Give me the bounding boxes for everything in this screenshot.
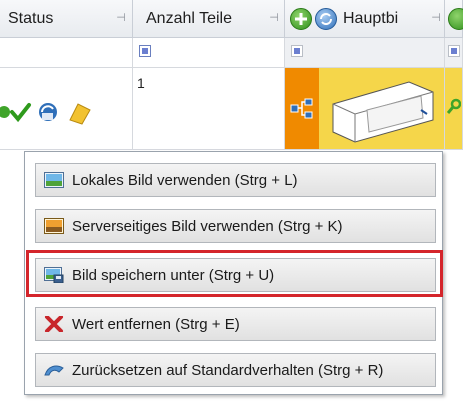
- menu-item-zuruecksetzen[interactable]: Zurücksetzen auf Standardverhalten (Strg…: [35, 353, 436, 387]
- column-header-status[interactable]: Status ⊣: [0, 0, 133, 38]
- add-icon[interactable]: [448, 8, 463, 30]
- structure-icon[interactable]: [290, 98, 314, 120]
- anzahl-teile-value: 1: [137, 75, 145, 91]
- filter-cell-hauptbild[interactable]: [285, 38, 445, 68]
- filter-checkbox[interactable]: [291, 45, 303, 57]
- search-icon[interactable]: [447, 98, 461, 118]
- menu-item-label: Wert entfernen (Strg + E): [72, 316, 240, 333]
- filter-cell-anzahl-teile[interactable]: [133, 38, 285, 68]
- refresh-icon[interactable]: [315, 8, 337, 30]
- local-image-icon: [44, 172, 64, 188]
- reset-icon: [44, 365, 64, 376]
- server-image-icon: [44, 218, 64, 234]
- column-header-hauptbild[interactable]: Hauptbi ⊣: [285, 0, 445, 38]
- pin-icon[interactable]: ⊣: [431, 12, 441, 24]
- status-icons: [0, 103, 91, 125]
- menu-item-label: Lokales Bild verwenden (Strg + L): [72, 172, 298, 189]
- menu-item-wert-entfernen[interactable]: Wert entfernen (Strg + E): [35, 307, 436, 341]
- add-icon[interactable]: [290, 8, 312, 30]
- data-grid: Status ⊣ Anzahl Teile ⊣ Hauptbi ⊣ 1: [0, 0, 463, 150]
- column-header-label: Status: [8, 10, 54, 27]
- column-header-label: Hauptbi: [343, 10, 399, 27]
- menu-item-label: Zurücksetzen auf Standardverhalten (Strg…: [72, 362, 384, 379]
- cell-anzahl-teile[interactable]: 1: [133, 68, 285, 150]
- remove-x-icon: [45, 316, 63, 332]
- sofa-image: [332, 81, 434, 143]
- image-cell-marker: [285, 68, 319, 149]
- cell-next[interactable]: [445, 68, 463, 150]
- filter-cell-next[interactable]: [445, 38, 463, 68]
- cell-hauptbild[interactable]: [285, 68, 445, 150]
- filter-cell-status[interactable]: [0, 38, 133, 68]
- menu-item-lokales-bild[interactable]: Lokales Bild verwenden (Strg + L): [35, 163, 436, 197]
- pin-icon[interactable]: ⊣: [116, 12, 126, 24]
- column-header-next[interactable]: [445, 0, 463, 38]
- filter-checkbox[interactable]: [139, 45, 151, 57]
- cell-status[interactable]: [0, 68, 133, 150]
- pin-icon[interactable]: ⊣: [269, 12, 279, 24]
- column-header-anzahl-teile[interactable]: Anzahl Teile ⊣: [133, 0, 285, 38]
- column-header-label: Anzahl Teile: [146, 10, 232, 27]
- menu-item-serverseitiges-bild[interactable]: Serverseitiges Bild verwenden (Strg + K): [35, 209, 436, 243]
- menu-item-label: Serverseitiges Bild verwenden (Strg + K): [72, 218, 343, 235]
- filter-checkbox[interactable]: [448, 45, 460, 57]
- highlight-box: [26, 250, 443, 297]
